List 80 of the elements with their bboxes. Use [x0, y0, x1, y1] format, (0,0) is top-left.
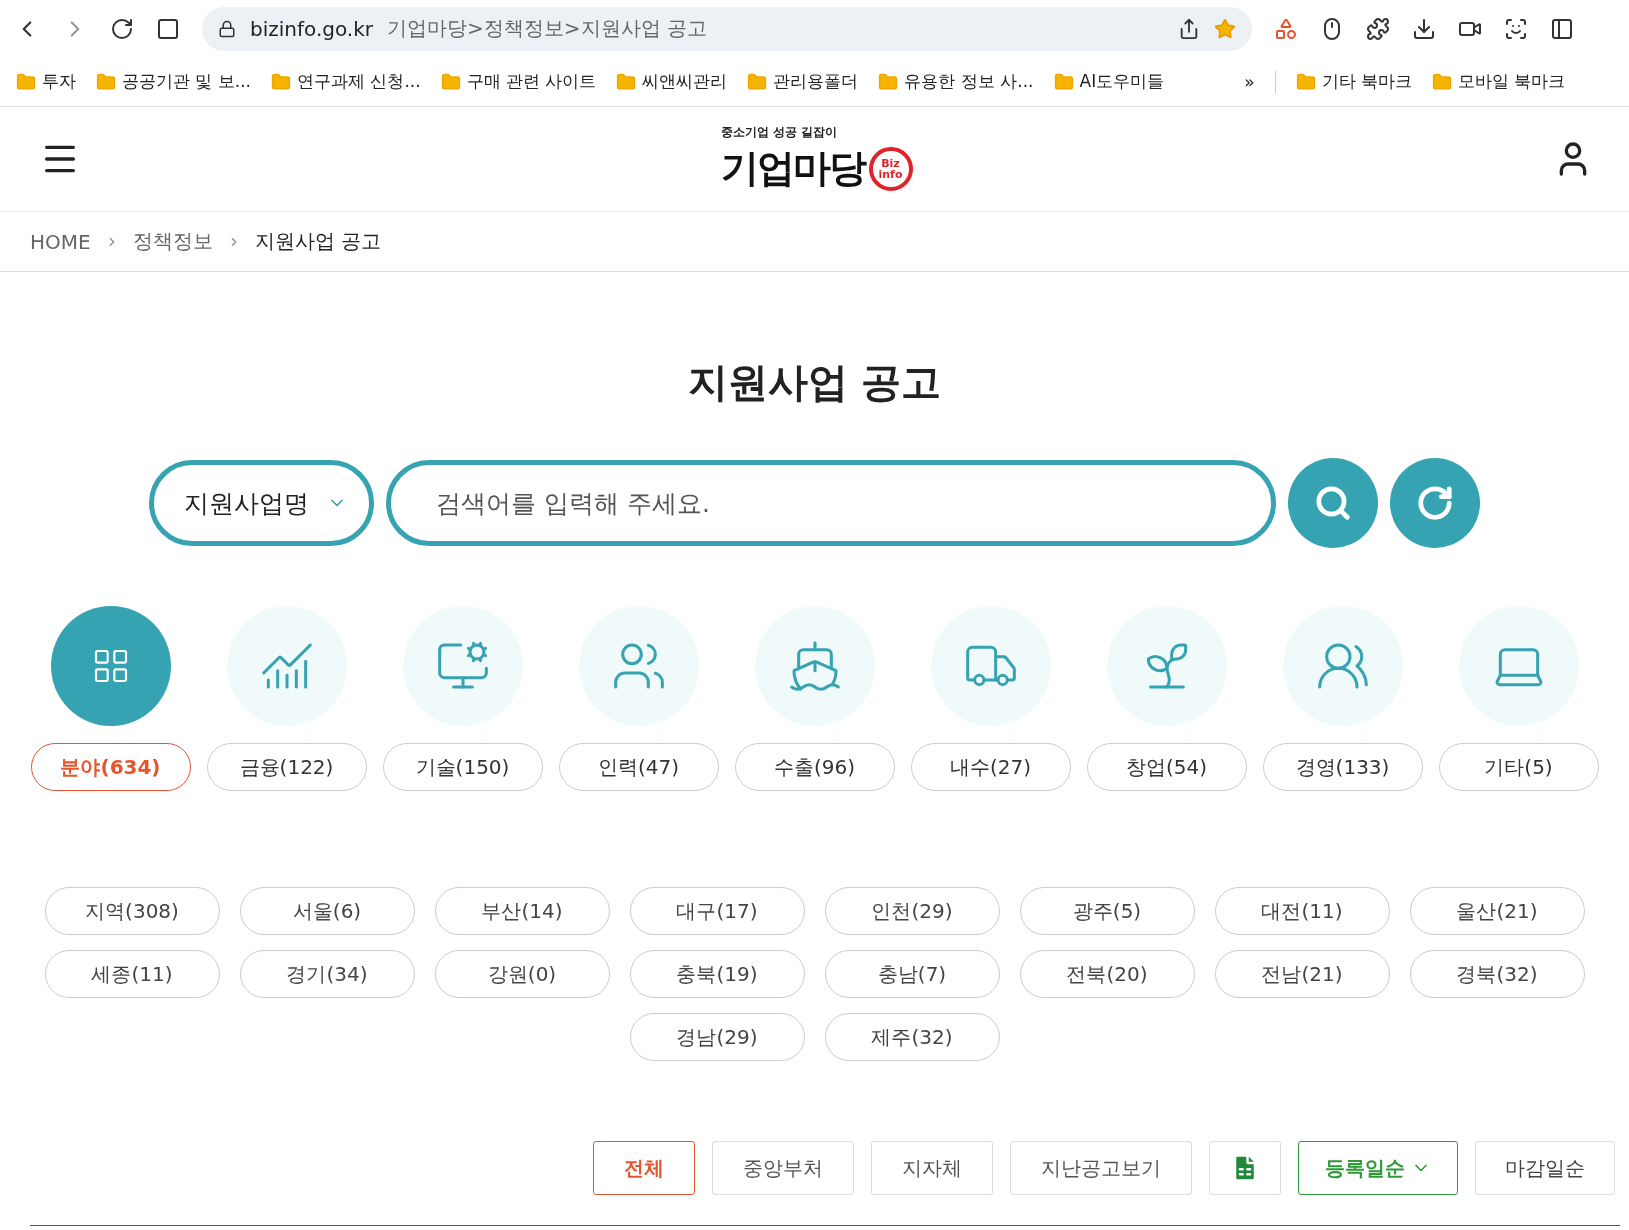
category-tab[interactable]: 경영(133) — [1262, 743, 1423, 791]
region-chip[interactable]: 충남(7) — [824, 950, 1000, 998]
page-title: 지원사업 공고 — [686, 358, 943, 407]
bookmark-item[interactable]: AI도우미들 — [1053, 70, 1165, 93]
excel-download-button[interactable] — [1209, 1141, 1281, 1195]
filter-button[interactable]: 전체 — [593, 1141, 695, 1195]
breadcrumb-link[interactable]: HOME — [30, 229, 91, 254]
folder-icon — [1295, 71, 1316, 92]
region-chip[interactable]: 서울(6) — [239, 887, 415, 935]
logo-badge: Biz info — [868, 146, 913, 191]
region-chip[interactable]: 울산(21) — [1409, 887, 1585, 935]
category-tab[interactable]: 기술(150) — [382, 743, 543, 791]
folder-icon — [96, 71, 116, 92]
bookmark-item[interactable]: 기타 북마크 — [1295, 70, 1412, 93]
breadcrumb-link[interactable]: 지원사업 공고 — [254, 228, 382, 255]
category-tab[interactable]: 수출(96) — [734, 743, 895, 791]
region-chip[interactable]: 경북(32) — [1409, 950, 1585, 998]
bookmark-item[interactable]: 연구과제 신청... — [271, 70, 421, 93]
reload-icon[interactable] — [110, 16, 134, 41]
filter-button[interactable]: 지자체 — [871, 1141, 993, 1195]
region-chip[interactable]: 부산(14) — [434, 887, 610, 935]
breadcrumb-link[interactable]: 정책정보 — [132, 228, 213, 255]
url-domain: bizinfo.go.kr — [250, 16, 373, 41]
sort-button[interactable]: 등록일순 — [1298, 1141, 1458, 1195]
star-icon[interactable] — [1214, 17, 1236, 40]
bookmark-item[interactable]: 유용한 정보 사... — [878, 70, 1034, 93]
folder-icon — [747, 71, 768, 92]
bookmark-item[interactable]: 모바일 북마크 — [1431, 70, 1566, 93]
square-icon[interactable] — [156, 16, 180, 41]
puzzle-icon[interactable] — [1366, 16, 1390, 41]
url-path: 기업마당>정책정보>지원사업 공고 — [387, 15, 708, 42]
region-chip[interactable]: 대전(11) — [1214, 887, 1390, 935]
region-chip[interactable]: 경남(29) — [629, 1013, 805, 1061]
address-bar[interactable]: bizinfo.go.kr 기업마당>정책정보>지원사업 공고 — [202, 6, 1252, 51]
folder-icon — [16, 71, 36, 92]
category-tab[interactable]: 내수(27) — [910, 743, 1071, 791]
sidebar-icon[interactable] — [1550, 16, 1574, 41]
folder-icon — [1053, 71, 1074, 92]
logo-tagline: 중소기업 성공 길잡이 — [720, 124, 837, 141]
filter-button[interactable]: 중앙부처 — [712, 1141, 854, 1195]
folder-icon — [878, 71, 899, 92]
region-chip[interactable]: 전남(21) — [1214, 950, 1390, 998]
region-chip[interactable]: 지역(308) — [44, 887, 220, 935]
region-chip[interactable]: 강원(0) — [434, 950, 610, 998]
bookmark-item[interactable]: 씨앤씨관리 — [616, 70, 728, 93]
filter-button[interactable]: 지난공고보기 — [1010, 1141, 1192, 1195]
download-icon[interactable] — [1412, 16, 1436, 41]
site-logo[interactable]: 중소기업 성공 길잡이 기업마당 Biz info — [720, 124, 913, 194]
category-tab[interactable]: 인력(47) — [558, 743, 719, 791]
search-type-select[interactable]: 지원사업명 — [149, 460, 374, 546]
lock-icon — [218, 19, 236, 38]
sort-button[interactable]: 마감일순 — [1475, 1141, 1615, 1195]
logo-text: 기업마당 — [720, 145, 865, 192]
bookmark-item[interactable]: 투자 — [16, 70, 76, 93]
category-tab[interactable]: 기타(5) — [1438, 743, 1599, 791]
category-tab[interactable]: 금융(122) — [206, 743, 367, 791]
folder-icon — [1431, 71, 1452, 92]
folder-icon — [440, 71, 461, 92]
bookmark-item[interactable]: 관리용폴더 — [747, 70, 859, 93]
scan-icon[interactable] — [1504, 16, 1528, 41]
region-chip[interactable]: 인천(29) — [824, 887, 1000, 935]
bookmark-item[interactable]: 구매 관련 사이트 — [440, 70, 597, 93]
region-chip[interactable]: 제주(32) — [824, 1013, 1000, 1061]
category-tab[interactable]: 분야(634) — [30, 743, 191, 791]
region-chip[interactable]: 전북(20) — [1019, 950, 1195, 998]
region-chip[interactable]: 충북(19) — [629, 950, 805, 998]
search-icon — [1314, 484, 1352, 522]
category-tab[interactable]: 창업(54) — [1086, 743, 1247, 791]
reload-icon — [1416, 484, 1454, 522]
folder-icon — [271, 71, 292, 92]
search-field[interactable]: 검색어를 입력해 주세요. — [386, 460, 1276, 546]
region-chip[interactable]: 경기(34) — [239, 950, 415, 998]
region-chip[interactable]: 광주(5) — [1019, 887, 1195, 935]
region-chip[interactable]: 대구(17) — [629, 887, 805, 935]
bookmark-item[interactable]: 공공기관 및 보... — [96, 70, 252, 93]
share-icon[interactable] — [1178, 17, 1200, 40]
bookmark-overflow[interactable]: » — [1244, 71, 1255, 92]
shapes-icon[interactable] — [1274, 16, 1298, 41]
folder-icon — [616, 71, 637, 92]
region-chip[interactable]: 세종(11) — [44, 950, 220, 998]
